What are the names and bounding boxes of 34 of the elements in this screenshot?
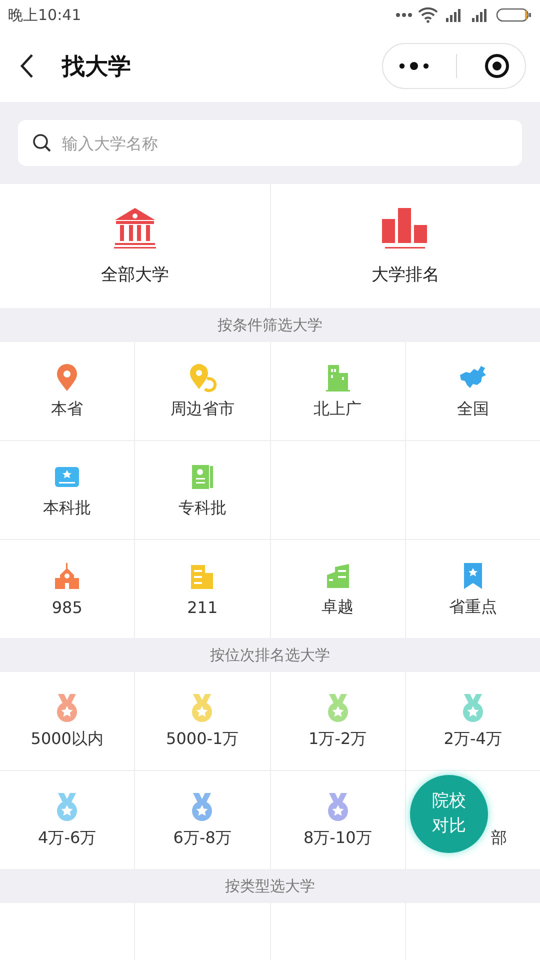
status-time: 晚上10:41 — [8, 6, 82, 24]
battery-icon — [496, 8, 532, 22]
filter-option[interactable]: 985 — [0, 540, 134, 638]
filter-option[interactable]: 北上广 — [270, 342, 405, 440]
page-title: 找大学 — [62, 52, 131, 82]
filter-option[interactable]: 1万-2万 — [270, 672, 405, 770]
university-icon — [112, 206, 157, 248]
filter-option[interactable]: 8万-10万 — [270, 771, 405, 869]
filter-option[interactable]: 省重点 — [406, 540, 540, 638]
search-field[interactable]: 输入大学名称 — [60, 132, 508, 154]
filter-option[interactable]: 全国 — [406, 342, 540, 440]
filter-option[interactable]: 5000以内 — [0, 672, 134, 770]
dots-icon — [396, 12, 412, 18]
filter-option[interactable]: 专科批 — [135, 441, 270, 539]
filter-option[interactable]: 卓越 — [270, 540, 405, 638]
filter-option[interactable]: 6万-8万 — [135, 771, 270, 869]
search-bar[interactable]: 输入大学名称 — [18, 120, 522, 166]
category-tile[interactable]: 大学排名 — [270, 184, 540, 308]
back-icon — [20, 53, 34, 79]
filter-option[interactable]: 本省 — [0, 342, 134, 440]
close-icon — [484, 53, 510, 79]
category-tile[interactable]: 全部大学 — [0, 184, 270, 308]
wifi-icon — [418, 7, 438, 23]
section-header: 按位次排名选大学 — [209, 644, 331, 666]
filter-option[interactable]: 2万-4万 — [406, 672, 540, 770]
filter-option[interactable]: 4万-6万 — [0, 771, 134, 869]
filter-option[interactable]: 211 — [135, 540, 270, 638]
section-header: 按条件筛选大学 — [216, 314, 324, 336]
section-header: 按类型选大学 — [224, 876, 316, 896]
filter-option[interactable]: 周边省市 — [135, 342, 270, 440]
search-icon — [32, 133, 52, 153]
filter-option[interactable]: 5000-1万 — [135, 672, 270, 770]
filter-option[interactable]: 本科批 — [0, 441, 134, 539]
more-icon — [398, 61, 430, 71]
